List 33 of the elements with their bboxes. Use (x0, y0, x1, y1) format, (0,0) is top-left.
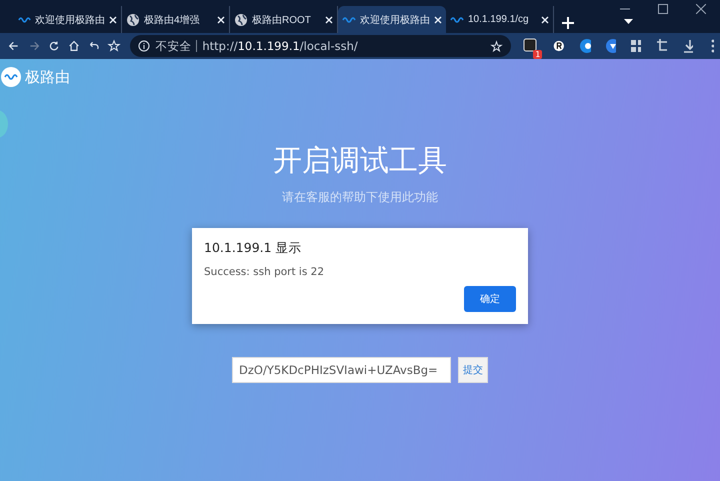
security-label: 不安全 (155, 38, 192, 54)
address-bar[interactable]: 不安全 http://10.1.199.1/local-ssh/ (130, 35, 512, 57)
wave-logo-icon (342, 16, 356, 24)
star-icon[interactable] (490, 40, 504, 52)
letter-r-icon[interactable] (553, 38, 566, 54)
maximize-icon[interactable] (658, 4, 668, 14)
bird-extension-icon[interactable] (604, 38, 616, 54)
info-icon (138, 40, 150, 52)
globe-icon (126, 12, 140, 26)
close-icon[interactable] (696, 4, 706, 14)
menu-icon[interactable] (711, 39, 714, 53)
url-text: http://10.1.199.1/local-ssh/ (202, 39, 359, 53)
crop-icon[interactable] (656, 39, 667, 53)
wave-logo-icon (4, 73, 18, 81)
dialog-title: 10.1.199.1 显示 (204, 240, 303, 257)
dialog-message: Success: ssh port is 22 (204, 266, 326, 278)
page-title: 开启调试工具 (273, 142, 447, 179)
wave-logo-icon (450, 16, 464, 24)
submit-button[interactable]: 提交 (458, 357, 488, 383)
extension-icon[interactable] (523, 38, 538, 52)
download-icon[interactable] (682, 39, 694, 53)
notification-badge: 1 (533, 50, 542, 58)
wave-logo-icon (18, 16, 31, 24)
page-subtitle: 请在客服的帮助下使用此功能 (282, 189, 438, 206)
grid-icon[interactable] (630, 39, 641, 53)
plus-icon[interactable] (562, 17, 574, 29)
circle-extension-icon[interactable] (579, 38, 591, 54)
token-input[interactable]: DzO/Y5KDcPHIzSVIawi+UZAvsBg= (232, 357, 451, 383)
browser-tab[interactable]: 欢迎使用极路由 (338, 6, 446, 33)
globe-icon (234, 12, 248, 26)
caret-icon[interactable] (624, 19, 633, 24)
brand-name: 极路由 (25, 68, 70, 86)
confirm-button[interactable]: 确定 (464, 286, 516, 312)
